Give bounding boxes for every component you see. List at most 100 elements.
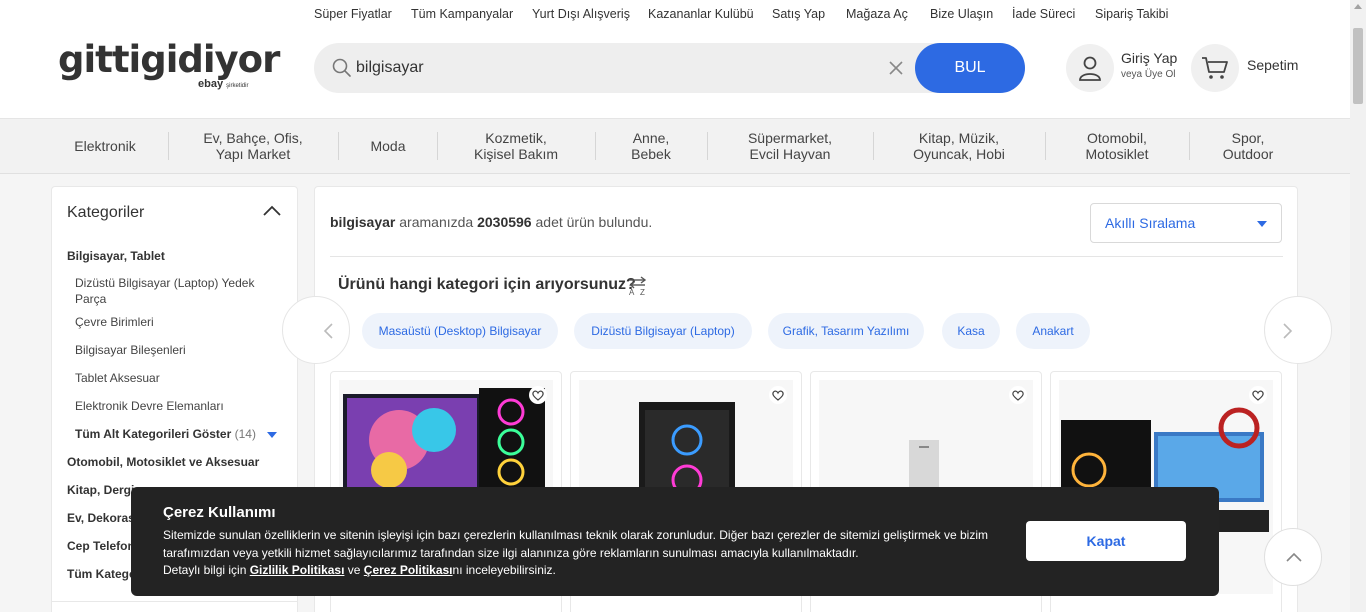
top-link[interactable]: Yurt Dışı Alışveriş bbox=[532, 7, 630, 21]
page-scrollbar[interactable] bbox=[1350, 0, 1366, 612]
cookie-text-line: Sitemizde sunulan özelliklerin ve siteni… bbox=[163, 528, 988, 542]
sidebar-subitem[interactable]: Elektronik Devre Elemanları bbox=[75, 398, 224, 414]
cookie-policy-link[interactable]: Çerez Politikası bbox=[364, 563, 453, 577]
sidebar-subitem[interactable]: Tablet Aksesuar bbox=[75, 370, 160, 386]
search-input[interactable] bbox=[356, 57, 876, 79]
category-question: Ürünü hangi kategori için arıyorsunuz? bbox=[338, 276, 636, 293]
cookie-banner: Çerez Kullanımı Sitemizde sunulan özelli… bbox=[131, 487, 1219, 596]
nav-category-label: Yapı Market bbox=[215, 146, 291, 162]
top-link[interactable]: Süper Fiyatlar bbox=[314, 7, 392, 21]
caret-down-icon bbox=[1257, 221, 1267, 227]
search-bar: BUL bbox=[314, 43, 1025, 93]
logo-subtitle: ebay şirketidir bbox=[198, 78, 248, 90]
nav-divider bbox=[437, 132, 438, 160]
nav-divider bbox=[873, 132, 874, 160]
show-all-subcategories[interactable]: Tüm Alt Kategorileri Göster (14) bbox=[75, 426, 278, 442]
sidebar-item-kitap[interactable]: Kitap, Dergi bbox=[67, 482, 134, 498]
sidebar-item-bilgisayar-tablet[interactable]: Bilgisayar, Tablet bbox=[67, 248, 165, 264]
result-summary: bilgisayar aramanızda 2030596 adet ürün … bbox=[330, 214, 652, 230]
top-link[interactable]: Bize Ulaşın bbox=[930, 7, 993, 21]
result-text: aramanızda bbox=[399, 214, 474, 230]
nav-category-label: Kişisel Bakım bbox=[473, 146, 559, 162]
cookie-text-line: nı inceleyebilirsiniz. bbox=[452, 563, 556, 577]
top-link[interactable]: Mağaza Aç bbox=[846, 7, 908, 21]
cart-link[interactable]: Sepetim bbox=[1247, 57, 1298, 73]
favorite-heart-icon[interactable] bbox=[1009, 386, 1027, 404]
nav-category[interactable]: Elektronik bbox=[60, 138, 150, 154]
sidebar-divider bbox=[52, 601, 297, 602]
sidebar-subitem[interactable]: Çevre Birimleri bbox=[75, 314, 154, 330]
cart-button[interactable] bbox=[1191, 44, 1239, 92]
results-divider bbox=[330, 256, 1283, 257]
sort-selected: Akıllı Sıralama bbox=[1105, 215, 1196, 231]
nav-category-label: Süpermarket, bbox=[747, 130, 833, 146]
cookie-text-line: Detaylı bilgi için bbox=[163, 563, 247, 577]
sidebar-subitem[interactable]: Dizüstü Bilgisayar (Laptop) Yedek Parça bbox=[75, 275, 275, 307]
scrollbar-thumb[interactable] bbox=[1353, 28, 1363, 104]
clear-search-icon[interactable] bbox=[888, 60, 904, 76]
nav-category-label: Moda bbox=[370, 138, 406, 154]
nav-category[interactable]: Otomobil, Motosiklet bbox=[1062, 130, 1172, 162]
top-link[interactable]: Tüm Kampanyalar bbox=[411, 7, 513, 21]
nav-category-label: Evcil Hayvan bbox=[749, 146, 831, 162]
cart-icon bbox=[1202, 57, 1228, 79]
back-to-top-button[interactable] bbox=[1264, 528, 1322, 586]
nav-divider bbox=[707, 132, 708, 160]
category-chip[interactable]: Grafik, Tasarım Yazılımı bbox=[768, 313, 924, 349]
caret-down-icon bbox=[267, 431, 278, 438]
chevron-up-icon bbox=[1286, 552, 1302, 562]
category-chip[interactable]: Masaüstü (Desktop) Bilgisayar bbox=[362, 313, 558, 349]
top-link[interactable]: Sipariş Takibi bbox=[1095, 7, 1168, 21]
cookie-text-line: ve bbox=[347, 563, 361, 577]
account-button[interactable] bbox=[1066, 44, 1114, 92]
sort-az-icon[interactable]: A Z bbox=[627, 276, 649, 296]
top-link[interactable]: İade Süreci bbox=[1012, 7, 1075, 21]
chevron-up-icon[interactable] bbox=[262, 203, 282, 217]
result-text: adet ürün bulundu. bbox=[535, 214, 653, 230]
sort-az-top-letter: A bbox=[629, 288, 635, 296]
top-links-bar: Süper Fiyatlar Tüm Kampanyalar Yurt Dışı… bbox=[0, 0, 1350, 28]
scroll-up-arrow[interactable] bbox=[1354, 4, 1362, 9]
favorite-heart-icon[interactable] bbox=[529, 386, 547, 404]
sidebar-subitem[interactable]: Bilgisayar Bileşenleri bbox=[75, 342, 186, 358]
search-button[interactable]: BUL bbox=[915, 43, 1025, 93]
nav-category[interactable]: Anne, Bebek bbox=[612, 130, 690, 162]
nav-category-label: Ev, Bahçe, Ofis, bbox=[203, 130, 303, 146]
nav-category[interactable]: Kozmetik, Kişisel Bakım bbox=[456, 130, 576, 162]
nav-category[interactable]: Ev, Bahçe, Ofis, Yapı Market bbox=[185, 130, 321, 162]
register-link[interactable]: veya Üye Ol bbox=[1121, 69, 1175, 80]
login-link[interactable]: Giriş Yap bbox=[1121, 50, 1177, 66]
cookie-close-button[interactable]: Kapat bbox=[1026, 521, 1186, 561]
sort-dropdown[interactable]: Akıllı Sıralama bbox=[1090, 203, 1282, 243]
search-icon bbox=[332, 58, 351, 77]
nav-divider bbox=[1045, 132, 1046, 160]
chevron-left-icon bbox=[323, 323, 333, 339]
nav-category-label: Outdoor bbox=[1222, 146, 1274, 162]
top-link[interactable]: Kazananlar Kulübü bbox=[648, 7, 754, 21]
chips-next-button[interactable] bbox=[1264, 296, 1332, 364]
nav-category[interactable]: Moda bbox=[355, 138, 421, 154]
category-chip[interactable]: Anakart bbox=[1016, 313, 1090, 349]
nav-divider bbox=[1189, 132, 1190, 160]
result-count: 2030596 bbox=[477, 214, 532, 230]
nav-category[interactable]: Kitap, Müzik, Oyuncak, Hobi bbox=[890, 130, 1028, 162]
result-query: bilgisayar bbox=[330, 214, 396, 230]
nav-category[interactable]: Spor, Outdoor bbox=[1206, 130, 1290, 162]
favorite-heart-icon[interactable] bbox=[1249, 386, 1267, 404]
nav-category[interactable]: Süpermarket, Evcil Hayvan bbox=[725, 130, 855, 162]
privacy-policy-link[interactable]: Gizlilik Politikası bbox=[250, 563, 345, 577]
top-link[interactable]: Satış Yap bbox=[772, 7, 825, 21]
site-logo[interactable]: gittigidiyor bbox=[58, 38, 280, 81]
nav-divider bbox=[595, 132, 596, 160]
category-chip[interactable]: Dizüstü Bilgisayar (Laptop) bbox=[574, 313, 752, 349]
nav-divider bbox=[338, 132, 339, 160]
sidebar-item-otomobil[interactable]: Otomobil, Motosiklet ve Aksesuar bbox=[67, 454, 259, 470]
nav-category-label: Kozmetik, bbox=[485, 130, 547, 146]
nav-category-label: Anne, bbox=[632, 130, 670, 146]
category-chip[interactable]: Kasa bbox=[942, 313, 1000, 349]
show-all-label: Tüm Alt Kategorileri Göster bbox=[75, 427, 232, 441]
nav-category-label: Spor, bbox=[1231, 130, 1265, 146]
header: gittigidiyor ebay şirketidir BUL Giriş Y… bbox=[0, 28, 1350, 118]
favorite-heart-icon[interactable] bbox=[769, 386, 787, 404]
chips-prev-button[interactable] bbox=[282, 296, 350, 364]
